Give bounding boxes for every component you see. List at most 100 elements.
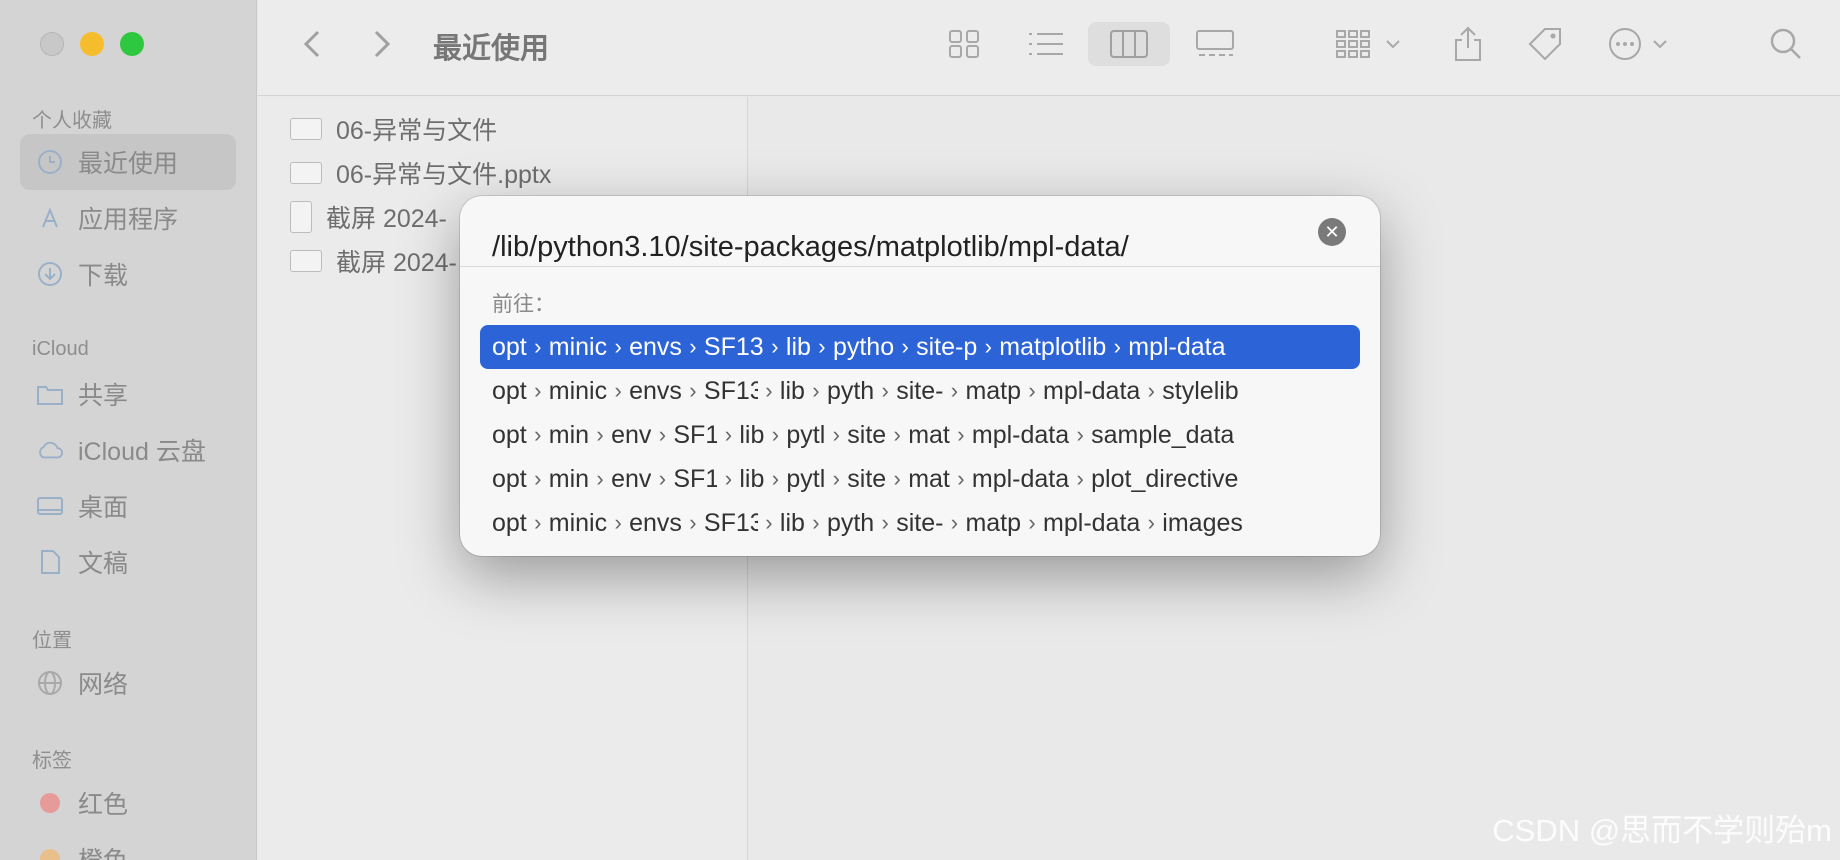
tag-red-icon xyxy=(36,789,64,817)
tag-icon xyxy=(1528,28,1561,61)
more-actions-button[interactable] xyxy=(1606,22,1676,66)
document-icon xyxy=(36,548,64,576)
path-segment: mpl-data xyxy=(971,464,1070,493)
path-segment: minic xyxy=(548,508,608,537)
path-segment: matp xyxy=(965,376,1022,405)
path-segment: envs xyxy=(629,508,682,537)
cloud-icon xyxy=(36,436,64,464)
apps-icon xyxy=(36,204,64,232)
path-segment: sample_data xyxy=(1091,420,1235,449)
sidebar-item-label: iCloud 云盘 xyxy=(78,438,206,466)
chevron-right-icon: › xyxy=(614,378,622,403)
tag-button[interactable] xyxy=(1523,22,1567,66)
file-item[interactable]: 06-异常与文件 xyxy=(290,109,497,149)
chevron-right-icon: › xyxy=(765,378,773,403)
path-segment: lib xyxy=(779,376,805,405)
screenshot-tall-icon xyxy=(290,201,312,233)
chevron-right-icon: › xyxy=(832,466,840,491)
sidebar-item-icloud-drive[interactable]: iCloud 云盘 xyxy=(20,422,236,478)
chevron-left-icon xyxy=(303,30,320,58)
column-view-button[interactable] xyxy=(1088,22,1170,66)
watermark: CSDN @思而不学则殆m xyxy=(1492,813,1832,848)
path-segment: pyth xyxy=(826,508,875,537)
document-icon xyxy=(290,118,322,140)
path-segment: mpl-data xyxy=(1128,332,1226,361)
path-input[interactable] xyxy=(492,214,1272,270)
sidebar-item-label: 红色 xyxy=(78,791,129,819)
chevron-right-icon: › xyxy=(893,466,901,491)
list-view-button[interactable] xyxy=(1024,22,1068,66)
chevron-right-icon: › xyxy=(534,334,542,359)
gallery-view-button[interactable] xyxy=(1190,22,1240,66)
chevron-right-icon: › xyxy=(771,466,780,491)
sidebar-item-label: 橙色 xyxy=(78,841,128,860)
chevron-right-icon: › xyxy=(1113,334,1121,359)
chevron-right-icon: › xyxy=(771,422,780,447)
columns-icon xyxy=(1110,30,1148,58)
sidebar-item-label: 下载 xyxy=(78,262,129,290)
path-segment: site xyxy=(847,464,887,493)
file-name: 截屏 2024- xyxy=(336,249,457,277)
path-suggestion[interactable]: opt›minic›envs›SF13(›lib›pytho›site-p›ma… xyxy=(480,325,1360,369)
window-controls xyxy=(40,32,144,56)
chevron-right-icon: › xyxy=(984,334,992,359)
sidebar-item-desktop[interactable]: 桌面 xyxy=(20,478,236,534)
search-button[interactable] xyxy=(1766,22,1806,66)
finder-window: 个人收藏 最近使用 应用程序 下载 iCloud 共享 iCloud 云盘 桌面… xyxy=(0,0,1840,860)
path-segment: envs xyxy=(629,376,682,405)
sidebar-heading-icloud: iCloud xyxy=(32,338,89,360)
chevron-right-icon: › xyxy=(1028,378,1036,403)
path-suggestion[interactable]: opt › minic › envs › SF13 › lib › pyth › site- › matp ›… xyxy=(480,501,1360,545)
path-suggestion[interactable]: opt › minic › envs › SF13 › lib › pyth › site- › matp ›… xyxy=(480,369,1360,413)
sidebar-heading-locations: 位置 xyxy=(32,630,72,652)
path-segment: site xyxy=(847,420,887,449)
zoom-window-button[interactable] xyxy=(120,32,144,56)
forward-button[interactable] xyxy=(370,26,400,62)
group-by-button[interactable] xyxy=(1333,22,1409,66)
path-segment: lib xyxy=(739,464,765,493)
clear-path-button[interactable]: ✕ xyxy=(1318,218,1346,246)
sidebar-item-tag-red[interactable]: 红色 xyxy=(20,775,236,831)
icon-view-button[interactable] xyxy=(944,22,984,66)
chevron-right-icon xyxy=(374,30,391,58)
sidebar-item-documents[interactable]: 文稿 xyxy=(20,534,236,590)
path-segment: site-p xyxy=(916,332,978,361)
sidebar-item-recents[interactable]: 最近使用 xyxy=(20,134,236,190)
path-segment: opt xyxy=(492,420,527,449)
chevron-right-icon: › xyxy=(818,334,826,359)
file-item[interactable]: 06-异常与文件.pptx xyxy=(290,153,551,193)
chevron-right-icon: › xyxy=(881,510,889,535)
chevron-right-icon: › xyxy=(950,510,959,535)
close-icon: ✕ xyxy=(1324,222,1340,242)
sidebar-item-network[interactable]: 网络 xyxy=(20,655,236,711)
file-item[interactable]: 截屏 2024- xyxy=(290,197,447,237)
ellipsis-circle-icon xyxy=(1609,28,1667,60)
sidebar-item-applications[interactable]: 应用程序 xyxy=(20,190,236,246)
sidebar-item-shared[interactable]: 共享 xyxy=(20,366,236,422)
file-name: 截屏 2024- xyxy=(326,205,447,233)
path-segment: minic xyxy=(548,332,608,361)
goto-label: 前往： xyxy=(492,293,555,316)
path-suggestion[interactable]: opt › min › env › SF1 › lib › pytl › site › mat › mpl-da… xyxy=(480,457,1360,501)
chevron-right-icon: › xyxy=(534,510,542,535)
back-button[interactable] xyxy=(300,26,330,62)
sidebar: 个人收藏 最近使用 应用程序 下载 iCloud 共享 iCloud 云盘 桌面… xyxy=(0,0,257,860)
path-segment: SF1 xyxy=(673,464,718,493)
sidebar-item-label: 应用程序 xyxy=(78,206,179,234)
shared-folder-icon xyxy=(36,380,64,408)
file-item[interactable]: 截屏 2024- xyxy=(290,241,457,281)
path-segment: site- xyxy=(896,376,944,405)
chevron-right-icon: › xyxy=(534,378,542,403)
sidebar-item-downloads[interactable]: 下载 xyxy=(20,246,236,302)
path-segment: min xyxy=(548,464,590,493)
path-suggestion[interactable]: opt › min › env › SF1 › lib › pytl › site › mat › mpl-da… xyxy=(480,413,1360,457)
chevron-right-icon: › xyxy=(1028,510,1036,535)
share-button[interactable] xyxy=(1448,22,1488,66)
path-segment: env xyxy=(611,420,652,449)
sidebar-item-tag-orange[interactable]: 橙色 xyxy=(20,831,236,860)
document-icon xyxy=(290,162,322,184)
chevron-right-icon: › xyxy=(950,378,959,403)
minimize-window-button[interactable] xyxy=(80,32,104,56)
close-window-button[interactable] xyxy=(40,32,64,56)
path-segment: minic xyxy=(548,376,608,405)
